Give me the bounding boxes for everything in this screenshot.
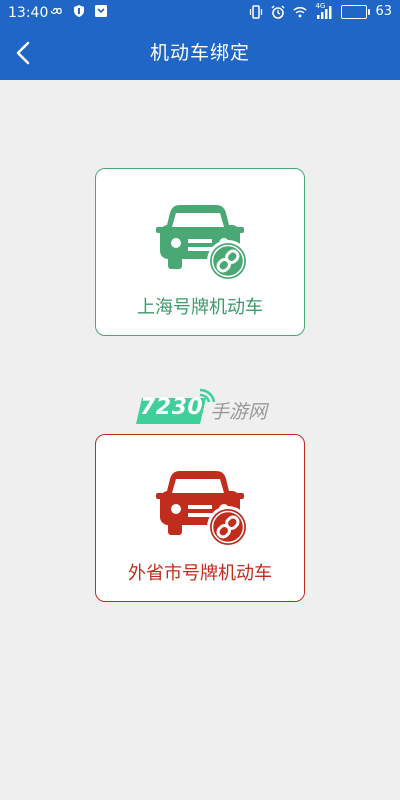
status-icons-right: 4G 63: [249, 2, 392, 19]
download-icon: [95, 5, 107, 17]
alarm-icon: [271, 5, 285, 19]
battery-icon: [341, 4, 371, 19]
car-link-icon: [156, 471, 249, 548]
infinity-icon: [50, 7, 62, 15]
status-icons-left: [50, 4, 108, 18]
shield-icon: [74, 5, 84, 17]
vibrate-icon: [250, 4, 263, 19]
wifi-icon: [293, 6, 308, 17]
watermark-number: 7230: [140, 395, 204, 420]
watermark-text: 手游网: [210, 401, 268, 423]
status-time: 13:40: [8, 5, 49, 21]
card-label-shanghai: 上海号牌机动车: [137, 297, 263, 318]
watermark-logo: 7230 手游网: [132, 386, 282, 430]
car-link-icon: [156, 205, 249, 282]
shanghai-plate-card[interactable]: 上海号牌机动车: [95, 168, 305, 336]
signal-icon: 4G: [315, 2, 333, 19]
card-label-other-province: 外省市号牌机动车: [128, 563, 272, 584]
page-title: 机动车绑定: [149, 42, 250, 64]
status-bar: 13:40 4G 63: [0, 0, 400, 26]
nav-bar: 机动车绑定: [0, 26, 400, 80]
battery-level: 63: [375, 4, 392, 19]
other-province-plate-card[interactable]: 外省市号牌机动车: [95, 434, 305, 602]
